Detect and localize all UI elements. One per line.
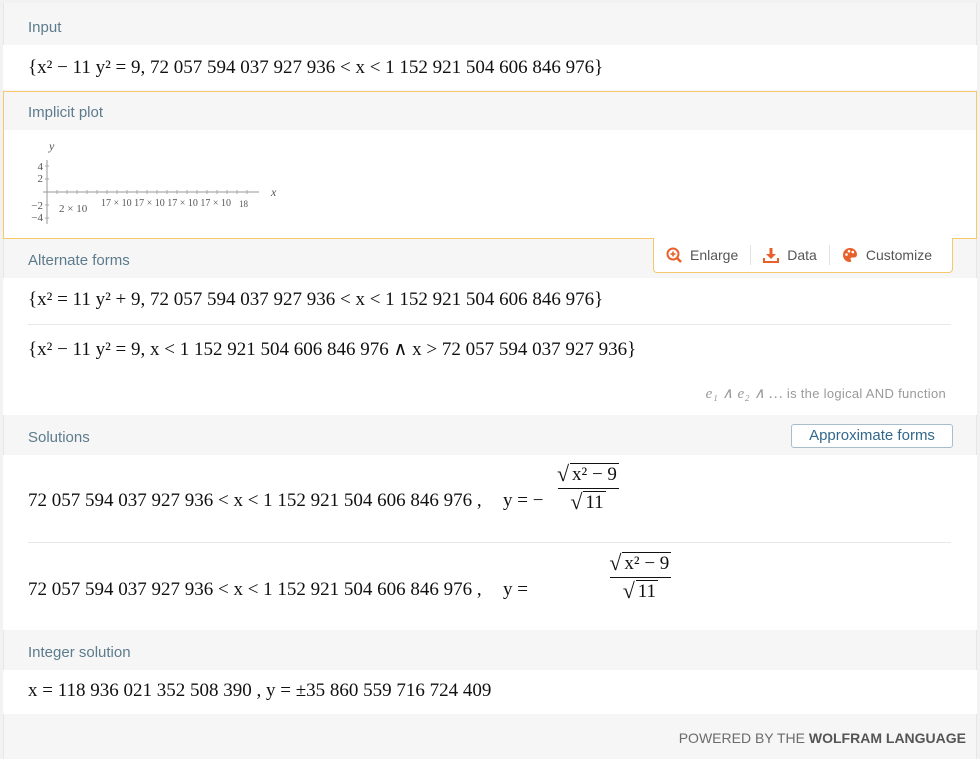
integer-solution-content[interactable]: x = 118 936 021 352 508 390 , y = ±35 86… [3,670,977,714]
integer-solution-expression: x = 118 936 021 352 508 390 , y = ±35 86… [28,680,492,701]
x-axis-label: x [270,185,277,199]
x-tick-label-overlap: 17 × 10 17 × 10 17 × 10 17 × 10 [101,198,231,209]
solution-numerator: x² − 9 [609,550,672,576]
footer-brand: WOLFRAM LANGUAGE [808,730,966,746]
footer-prefix: POWERED BY THE [678,730,806,746]
solution-y-label: y = [503,579,528,600]
y-tick-label: 2 [38,173,44,185]
y-tick-label: 4 [38,161,44,173]
input-pod-title: Input [28,19,62,36]
solutions-content[interactable]: 72 057 594 037 927 936 < x < 1 152 921 5… [3,455,977,630]
powered-by-footer[interactable]: POWERED BY THE WOLFRAM LANGUAGE [679,730,966,746]
implicit-plot-graphic[interactable]: y x 4 2 −2 −4 2 × 10 17 × 10 17 × 10 17 … [23,130,323,238]
solution-fraction: x² − 9 11 [609,550,672,604]
logical-and-note: e₁ ∧ e₂ ∧ … is the logical AND function [706,384,946,403]
implicit-plot-content[interactable]: y x 4 2 −2 −4 2 × 10 17 × 10 17 × 10 17 … [3,130,977,238]
input-pod-content[interactable]: {x² − 11 y² = 9, 72 057 594 037 927 936 … [3,45,977,90]
y-axis-label: y [48,139,55,153]
solution-numerator: x² − 9 [557,461,619,487]
logical-and-symbol: e₁ ∧ e₂ ∧ … [705,386,783,402]
solution-range: 72 057 594 037 927 936 < x < 1 152 921 5… [28,490,482,511]
y-tick-label: −4 [31,212,43,224]
integer-solution-title: Integer solution [28,644,131,661]
x-tick-label: 2 × 10 [59,203,88,215]
y-tick-label: −2 [31,200,43,212]
row-divider [28,542,951,543]
row-divider [28,324,951,325]
solution-denominator: 11 [623,578,658,604]
solution-y-label: y = − [503,490,544,511]
input-expression: {x² − 11 y² = 9, 72 057 594 037 927 936 … [28,57,604,78]
solution-fraction: x² − 9 11 [557,461,619,515]
implicit-plot-title: Implicit plot [28,104,104,121]
solution-denominator: 11 [570,489,606,515]
logical-and-text: is the logical AND function [786,386,946,401]
x-tick-exponent: 18 [239,199,249,209]
solution-range: 72 057 594 037 927 936 < x < 1 152 921 5… [28,579,482,600]
alternate-form-row: {x² − 11 y² = 9, x < 1 152 921 504 606 8… [28,339,637,360]
approximate-forms-button[interactable]: Approximate forms [791,424,953,448]
alternate-forms-title: Alternate forms [28,252,130,269]
alternate-form-row: {x² = 11 y² + 9, 72 057 594 037 927 936 … [28,289,604,310]
